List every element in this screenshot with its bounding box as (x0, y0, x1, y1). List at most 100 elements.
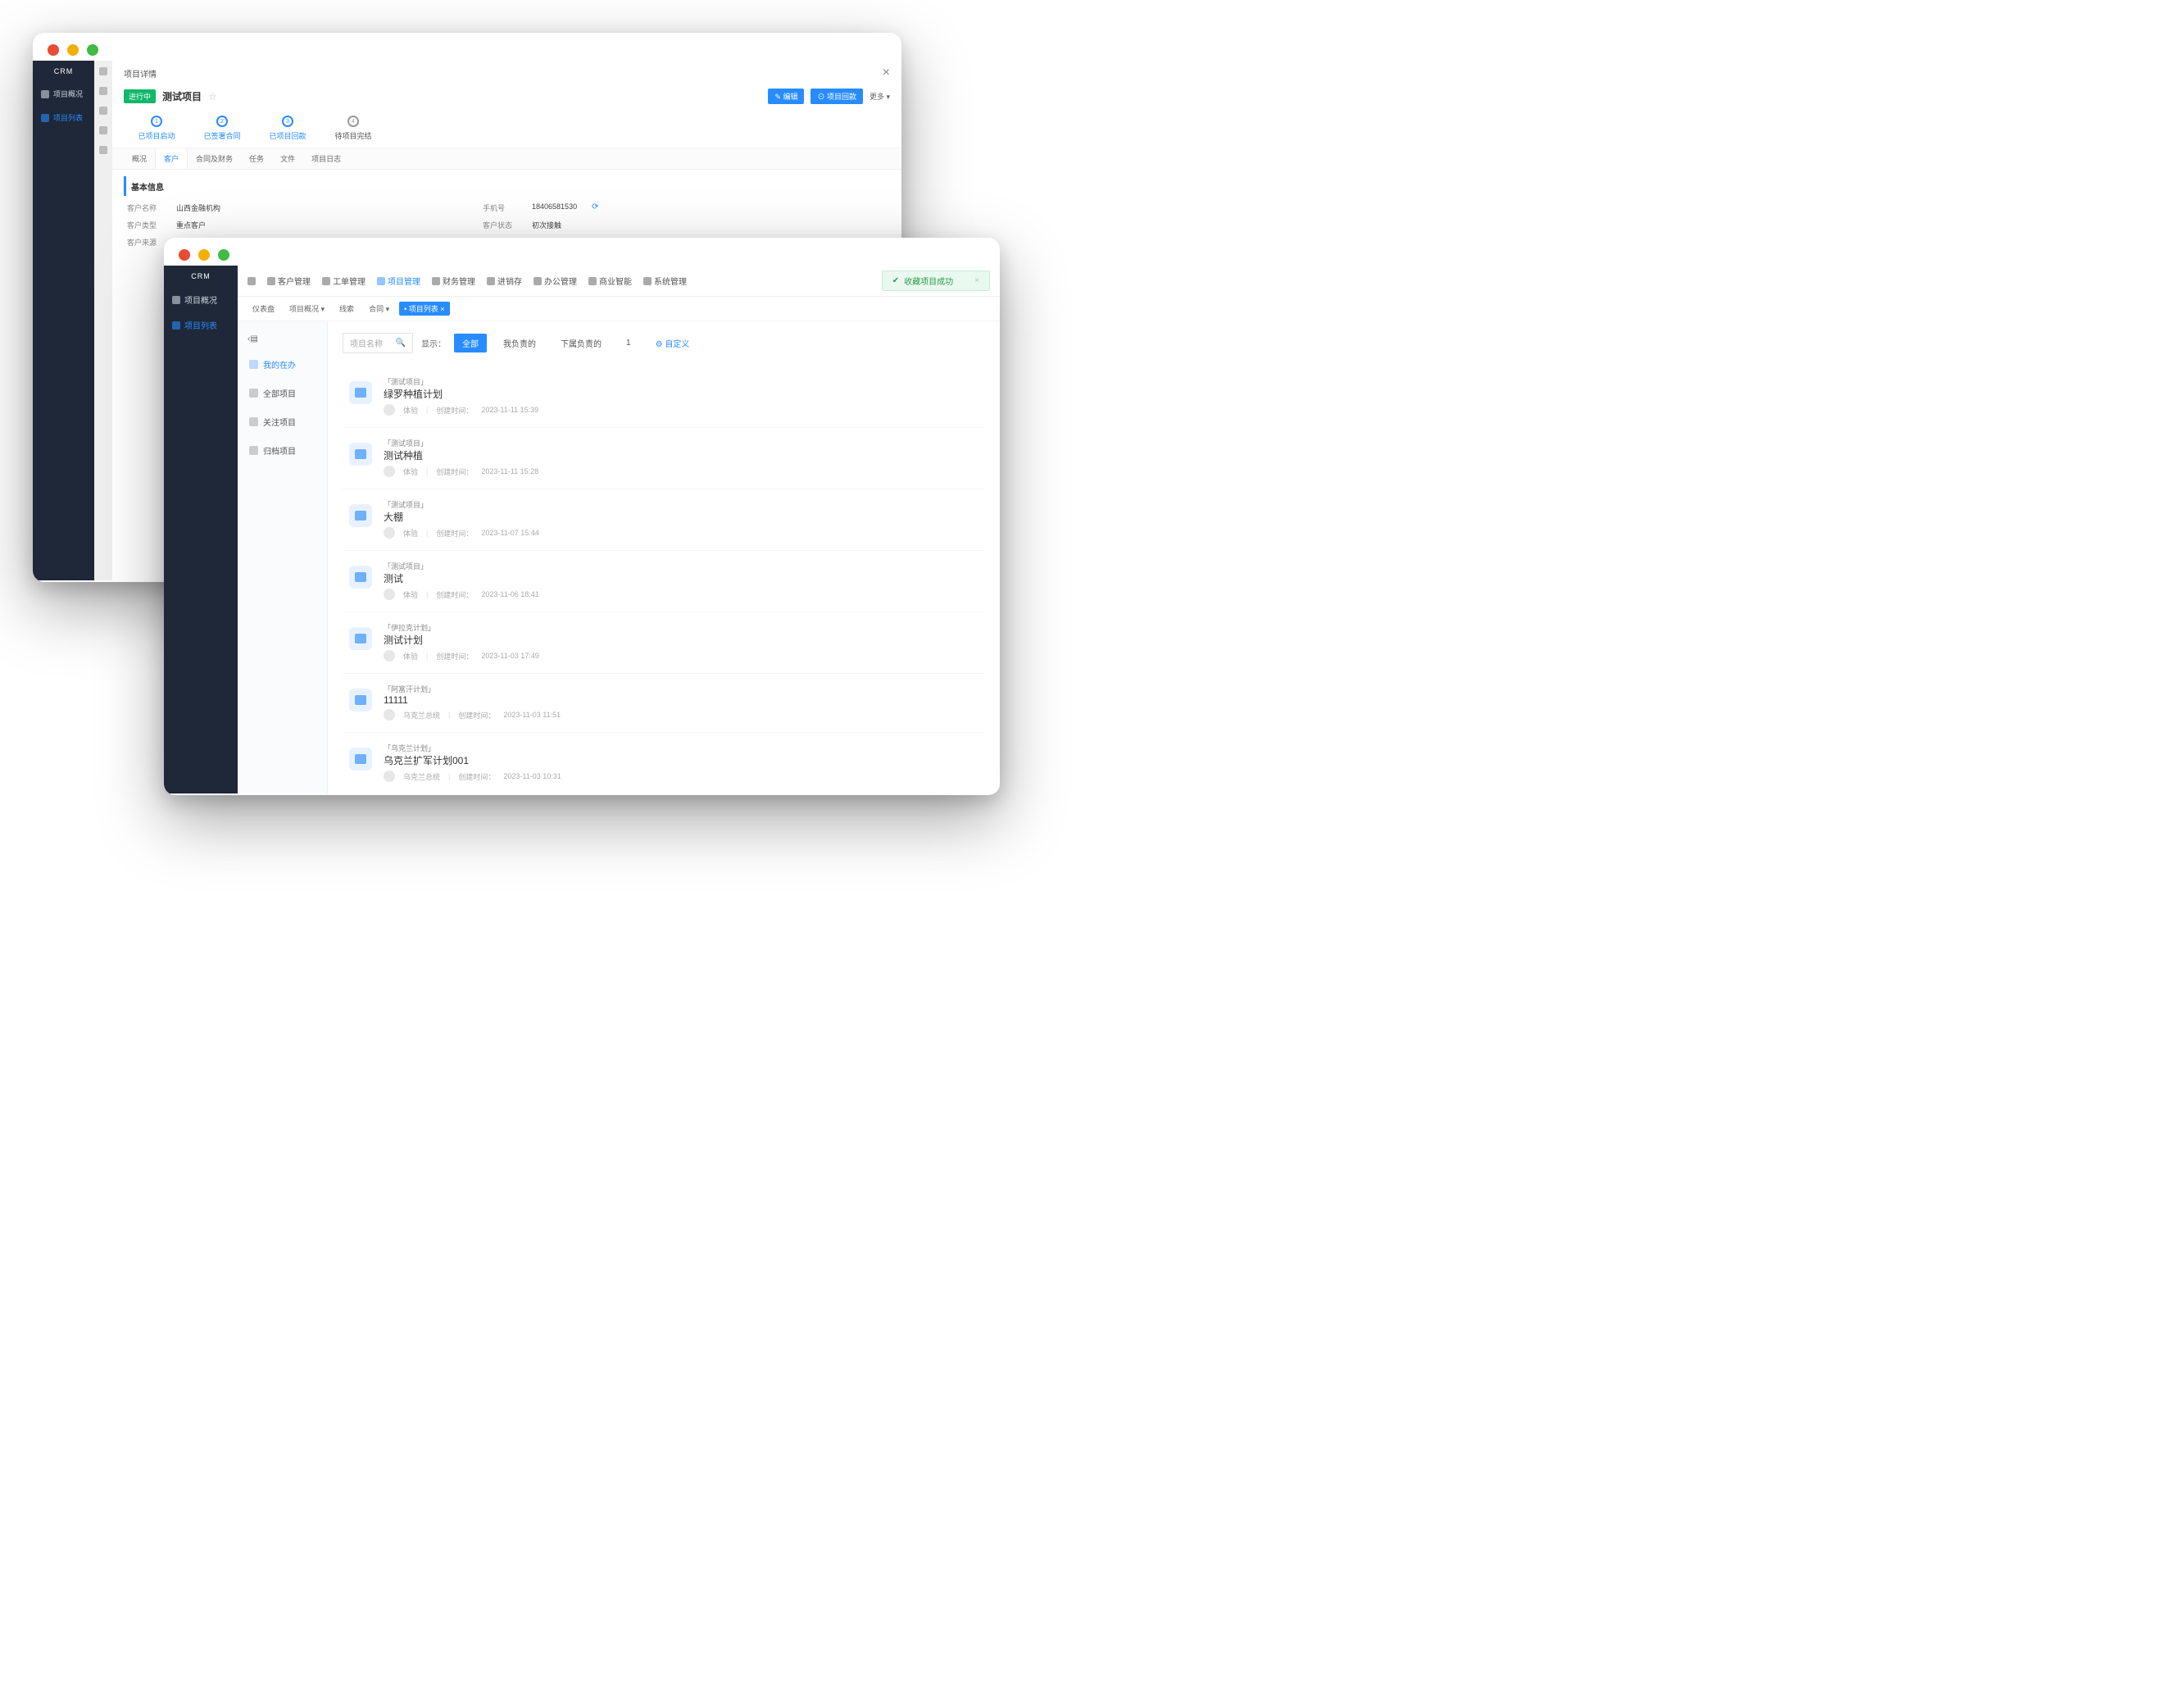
project-icon (349, 748, 372, 771)
search-placeholder: 项目名称 (350, 337, 383, 349)
list-icon (41, 114, 49, 122)
titlebar (164, 238, 1000, 266)
tab-log[interactable]: 项目日志 (303, 148, 349, 169)
sidebar-item-label: 项目列表 (53, 112, 83, 123)
subnav-contract[interactable]: 合同 ▾ (364, 302, 394, 316)
filter-my-active[interactable]: 我的在办 (238, 350, 327, 379)
traffic-close[interactable] (48, 44, 59, 56)
panel-icon[interactable] (99, 146, 107, 154)
nav-bi[interactable]: 商业智能 (588, 275, 632, 287)
filter-all[interactable]: 全部项目 (238, 379, 327, 407)
project-tag: 「测试项目」 (384, 499, 978, 510)
traffic-min[interactable] (67, 44, 79, 56)
sidebar-item-projects[interactable]: 项目列表 (33, 106, 94, 130)
panel-icon[interactable] (99, 107, 107, 115)
sidebar-item-overview[interactable]: 项目概况 (164, 287, 238, 312)
created-time: 2023-11-06 18:41 (481, 590, 538, 598)
pill-count[interactable]: 1 (618, 335, 639, 351)
tab-overview[interactable]: 概况 (124, 148, 155, 169)
pill-mine[interactable]: 我负责的 (495, 334, 544, 352)
more-menu[interactable]: 更多 ▾ (870, 91, 890, 102)
info-label: 客户名称 (127, 202, 161, 213)
subnav-dashboard[interactable]: 仪表盘 (247, 302, 279, 316)
nav-customer[interactable]: 客户管理 (267, 275, 311, 287)
avatar (384, 466, 395, 477)
nav-finance[interactable]: 财务管理 (432, 275, 475, 287)
avatar (384, 709, 395, 721)
ticket-icon (322, 277, 330, 285)
window-project-list: CRM 项目概况 项目列表 客户管理 工单管理 项目管理 财务管理 进销存 (164, 238, 1000, 795)
project-tag: 「测试项目」 (384, 438, 978, 448)
menu-toggle[interactable] (247, 277, 256, 285)
subnav-overview[interactable]: 项目概况 ▾ (284, 302, 329, 316)
sidebar-item-overview[interactable]: 项目概况 (33, 82, 94, 106)
filter-label: 关注项目 (263, 416, 296, 428)
step-circle: 3 (282, 116, 293, 127)
refresh-icon[interactable]: ⟳ (592, 202, 598, 213)
breadcrumb-tabs: 仪表盘 项目概况 ▾ 线索 合同 ▾ • 项目列表 × (238, 297, 1000, 321)
nav-inventory[interactable]: 进销存 (487, 275, 522, 287)
project-icon (349, 627, 372, 650)
tab-customer[interactable]: 客户 (155, 148, 188, 169)
panel-icon[interactable] (99, 126, 107, 134)
back-button[interactable]: ‹▤ (238, 328, 327, 350)
archive-icon (249, 446, 258, 455)
drawdown-button[interactable]: ⊙ 项目回款 (810, 89, 863, 104)
project-card[interactable]: 「测试项目」测试体验|创建时间：2023-11-06 18:41 (343, 551, 985, 612)
tab-file[interactable]: 文件 (272, 148, 303, 169)
list-icon (172, 321, 180, 330)
info-label: 客户类型 (127, 220, 161, 230)
traffic-max[interactable] (87, 44, 98, 56)
created-label: 创建时间： (436, 466, 473, 477)
info-value: 山西金融机构 (176, 202, 220, 213)
finance-icon (432, 277, 440, 285)
project-card[interactable]: 「阿富汗计划」11111乌克兰总统|创建时间：2023-11-03 11:51 (343, 674, 985, 733)
star-icon[interactable]: ☆ (208, 91, 217, 102)
subnav-lead[interactable]: 线索 (334, 302, 359, 316)
info-row: 客户状态 初次接触 (483, 220, 780, 230)
sidebar-item-label: 项目概况 (184, 293, 217, 306)
nav-system[interactable]: 系统管理 (643, 275, 687, 287)
traffic-max[interactable] (218, 249, 229, 261)
owner-name: 乌克兰总统 (403, 771, 440, 782)
project-card[interactable]: 「测试项目」测试种植体验|创建时间：2023-11-11 15:28 (343, 428, 985, 489)
sidebar-item-projects[interactable]: 项目列表 (164, 312, 238, 338)
nav-label: 办公管理 (544, 275, 577, 287)
pill-sub[interactable]: 下属负责的 (552, 334, 610, 352)
traffic-close[interactable] (179, 249, 190, 261)
traffic-min[interactable] (198, 249, 210, 261)
panel-icon[interactable] (99, 67, 107, 75)
pill-all[interactable]: 全部 (454, 334, 487, 352)
grid-icon (249, 389, 258, 398)
edit-button[interactable]: ✎ 编辑 (768, 89, 804, 104)
tab-contract[interactable]: 合同及财务 (188, 148, 241, 169)
search-input[interactable]: 项目名称 🔍 (343, 333, 413, 353)
project-card[interactable]: 「伊拉克计划」测试计划体验|创建时间：2023-11-03 17:49 (343, 612, 985, 674)
step-1: 1 已项目启动 (124, 116, 189, 141)
status-badge: 进行中 (124, 89, 156, 103)
filter-archived[interactable]: 归档项目 (238, 436, 327, 465)
project-meta: 乌克兰总统|创建时间：2023-11-03 10:31 (384, 771, 978, 782)
nav-office[interactable]: 办公管理 (534, 275, 577, 287)
config-label: 自定义 (665, 340, 689, 349)
project-card[interactable]: 「乌克兰计划」乌克兰扩军计划001乌克兰总统|创建时间：2023-11-03 1… (343, 733, 985, 793)
project-card[interactable]: 「测试项目」绿罗种植计划体验|创建时间：2023-11-11 15:39 (343, 366, 985, 428)
panel-icon[interactable] (99, 87, 107, 95)
close-icon[interactable]: × (883, 66, 890, 80)
sidebar: CRM 项目概况 项目列表 (33, 61, 94, 580)
pill-config[interactable]: ⚙ 自定义 (647, 334, 698, 352)
topnav: 客户管理 工单管理 项目管理 财务管理 进销存 办公管理 商业智能 系统管理 ✔… (238, 266, 1000, 297)
toast-close[interactable]: × (974, 276, 979, 285)
project-meta: 体验|创建时间：2023-11-07 15:44 (384, 527, 978, 539)
info-row: 客户名称 山西金融机构 (127, 202, 220, 213)
project-title: 乌克兰扩军计划001 (384, 753, 978, 767)
detail-tabs: 概况 客户 合同及财务 任务 文件 项目日志 (112, 148, 901, 170)
tab-task[interactable]: 任务 (241, 148, 272, 169)
filter-starred[interactable]: 关注项目 (238, 407, 327, 436)
nav-project[interactable]: 项目管理 (377, 275, 420, 287)
filter-label: 我的在办 (263, 358, 296, 371)
created-label: 创建时间： (436, 528, 473, 539)
subnav-project-list[interactable]: • 项目列表 × (399, 302, 449, 316)
nav-ticket[interactable]: 工单管理 (322, 275, 366, 287)
project-card[interactable]: 「测试项目」大棚体验|创建时间：2023-11-07 15:44 (343, 489, 985, 551)
